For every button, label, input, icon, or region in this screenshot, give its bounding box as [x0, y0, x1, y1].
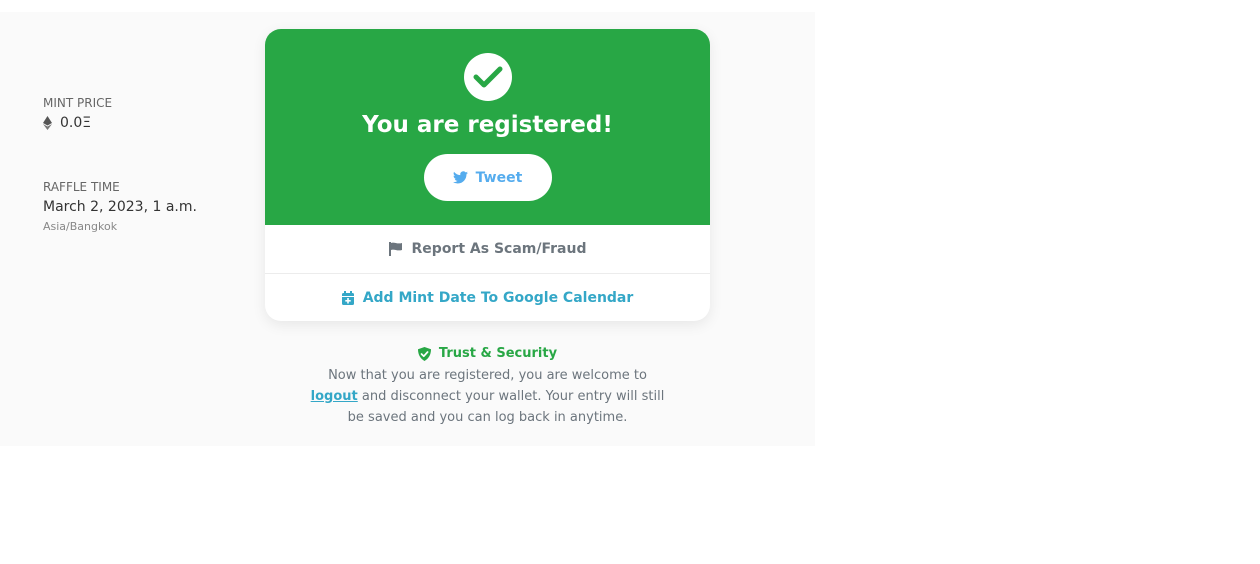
mint-price-label: MINT PRICE [43, 96, 113, 110]
registration-title: You are registered! [362, 112, 613, 138]
report-scam-label: Report As Scam/Fraud [411, 241, 587, 257]
calendar-plus-icon [341, 291, 354, 305]
main-panel: MINT PRICE 0.0Ξ RAFFLE TIME March 2, 202… [0, 12, 815, 446]
raffle-time-block: RAFFLE TIME March 2, 2023, 1 a.m. Asia/B… [43, 180, 243, 233]
trust-security-text: Now that you are registered, you are wel… [310, 365, 665, 428]
report-scam-button[interactable]: Report As Scam/Fraud [265, 225, 710, 274]
ethereum-icon [43, 116, 52, 130]
trust-security-label: Trust & Security [438, 346, 558, 361]
trust-security-title: Trust & Security [310, 346, 665, 361]
mint-price-row: 0.0Ξ [43, 114, 243, 132]
flag-icon [388, 242, 402, 256]
trust-text-before: Now that you are registered, you are wel… [328, 368, 647, 383]
logout-link[interactable]: logout [311, 389, 358, 404]
registration-success-header: You are registered! Tweet [265, 29, 710, 225]
tweet-label: Tweet [475, 169, 523, 186]
registration-card: You are registered! Tweet Report As Scam… [265, 29, 710, 321]
twitter-icon [452, 171, 468, 184]
mint-info: MINT PRICE 0.0Ξ RAFFLE TIME March 2, 202… [43, 96, 243, 233]
mint-price-value: 0.0Ξ [60, 115, 92, 131]
add-to-calendar-label: Add Mint Date To Google Calendar [362, 290, 634, 306]
trust-security-section: Trust & Security Now that you are regist… [310, 346, 665, 428]
mint-price-block: MINT PRICE 0.0Ξ [43, 96, 243, 132]
raffle-timezone: Asia/Bangkok [43, 220, 118, 233]
add-to-calendar-button[interactable]: Add Mint Date To Google Calendar [265, 274, 710, 321]
raffle-time-label: RAFFLE TIME [43, 180, 120, 194]
tweet-button[interactable]: Tweet [423, 154, 552, 201]
raffle-time-value: March 2, 2023, 1 a.m. [43, 199, 197, 215]
check-icon [463, 53, 512, 101]
shield-check-icon [417, 346, 431, 361]
trust-text-after: and disconnect your wallet. Your entry w… [347, 389, 665, 425]
